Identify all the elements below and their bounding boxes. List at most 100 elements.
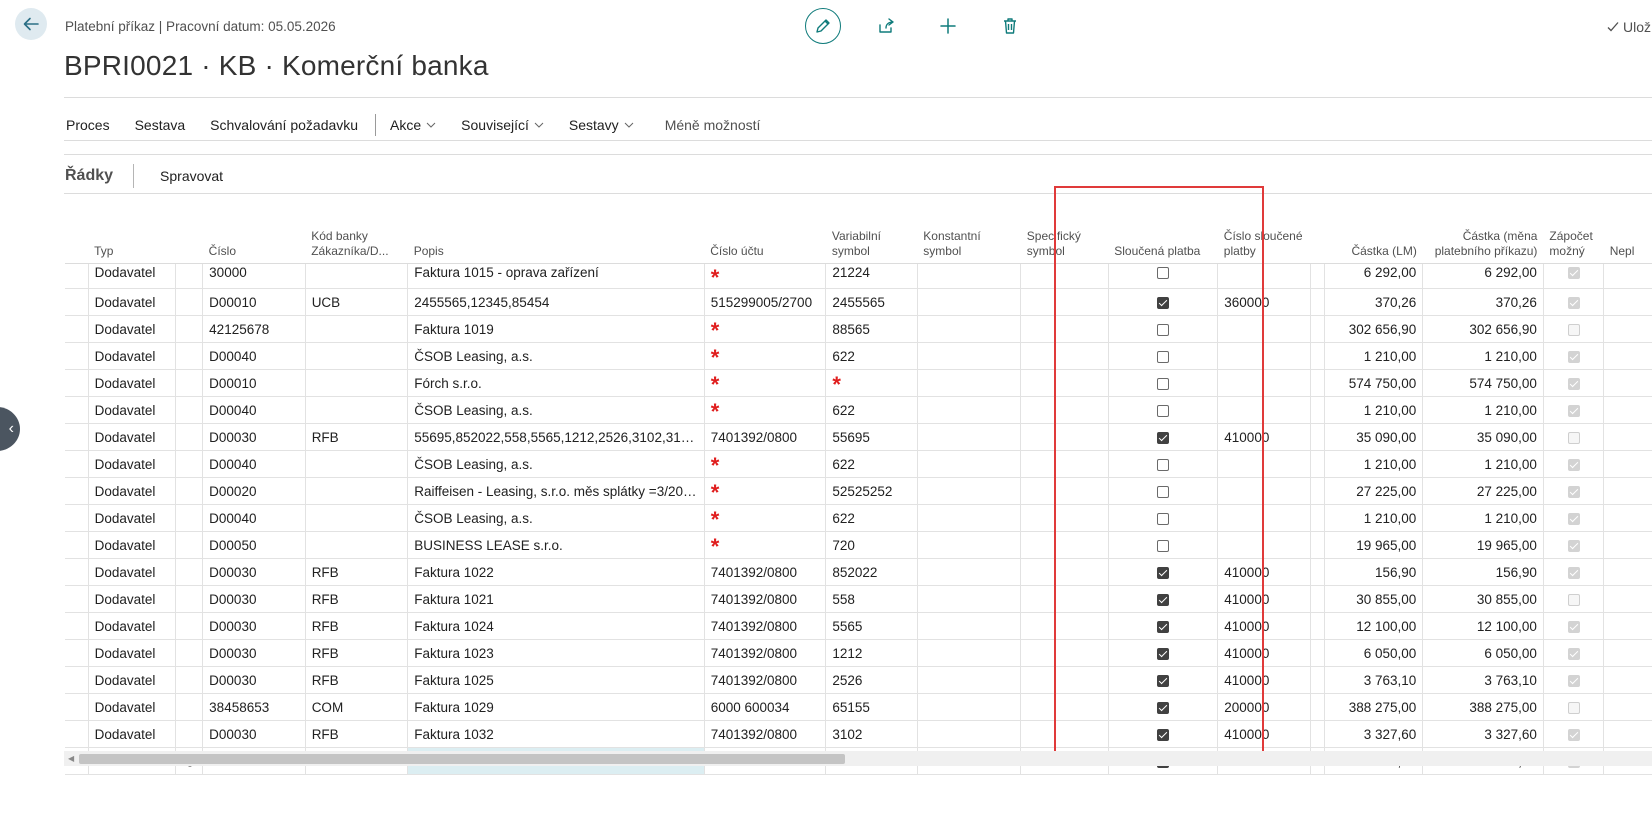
cell-variabilni[interactable]: 558	[825, 585, 918, 613]
row-select-cell[interactable]	[65, 369, 89, 397]
cell-castka-mena[interactable]: 3 763,10	[1422, 666, 1544, 694]
cell-konstantni[interactable]	[917, 531, 1022, 559]
table-row[interactable]: Dodavatel D00040 ČSOB Leasing, a.s. * 622 1 2…	[65, 396, 1652, 424]
cell-castka-lm[interactable]: 6 292,00	[1324, 263, 1424, 289]
cell-konstantni[interactable]	[917, 585, 1022, 613]
cell-typ[interactable]: Dodavatel	[88, 263, 177, 289]
less-options-button[interactable]: Méně možností	[665, 117, 761, 133]
cell-nepl[interactable]	[1603, 423, 1652, 451]
cell-specificky[interactable]	[1020, 504, 1109, 532]
cell-zapocet[interactable]	[1543, 612, 1605, 640]
cell-zapocet[interactable]	[1543, 504, 1605, 532]
row-select-cell[interactable]	[65, 477, 89, 505]
checkbox[interactable]	[1567, 620, 1580, 633]
cell-variabilni[interactable]: 1212	[825, 639, 918, 667]
cell-cislo-uctu[interactable]: 6000 600034	[704, 693, 827, 721]
cell-variabilni[interactable]: 622	[825, 396, 918, 424]
cell-typ[interactable]: Dodavatel	[88, 342, 177, 370]
cell-zapocet[interactable]	[1543, 342, 1605, 370]
cell-variabilni[interactable]: 622	[825, 504, 918, 532]
cell-sloucena[interactable]	[1108, 612, 1219, 640]
cell-zapocet[interactable]	[1543, 263, 1605, 289]
cell-cislo-sloucene[interactable]: 410000	[1217, 666, 1311, 694]
cell-typ[interactable]: Dodavatel	[88, 315, 177, 343]
cell-specificky[interactable]	[1020, 396, 1109, 424]
cell-kod-banky[interactable]: RFB	[305, 720, 409, 748]
checkbox[interactable]	[1567, 431, 1580, 444]
col-specificky[interactable]: Specifický symbol	[1020, 197, 1109, 264]
cell-popis[interactable]: Faktura 1032	[407, 720, 705, 748]
table-row[interactable]: Dodavatel D00030 RFB Faktura 1025 7401392/08…	[65, 666, 1652, 694]
cell-popis[interactable]: Faktura 1024	[407, 612, 705, 640]
cell-popis[interactable]: Faktura 1021	[407, 585, 705, 613]
cell-castka-mena[interactable]: 370,26	[1422, 288, 1544, 316]
checkbox[interactable]	[1157, 674, 1169, 687]
cell-castka-lm[interactable]: 1 210,00	[1324, 450, 1424, 478]
cell-kod-banky[interactable]	[305, 342, 409, 370]
cell-specificky[interactable]	[1020, 558, 1109, 586]
cell-castka-mena[interactable]: 1 210,00	[1422, 396, 1544, 424]
cell-castka-lm[interactable]: 27 225,00	[1324, 477, 1424, 505]
row-menu-cell[interactable]	[175, 263, 204, 289]
cell-cislo[interactable]: D00030	[202, 558, 306, 586]
cell-kod-banky[interactable]: UCB	[305, 288, 409, 316]
cell-specificky[interactable]	[1020, 612, 1109, 640]
cell-castka-mena[interactable]: 6 050,00	[1422, 639, 1544, 667]
cell-cislo-sloucene[interactable]: 200000	[1217, 693, 1311, 721]
cell-konstantni[interactable]	[917, 639, 1022, 667]
cell-nepl[interactable]	[1603, 450, 1652, 478]
checkbox[interactable]	[1157, 431, 1169, 444]
cell-castka-lm[interactable]: 1 210,00	[1324, 342, 1424, 370]
cell-specificky[interactable]	[1020, 666, 1109, 694]
cell-popis[interactable]: Faktura 1019	[407, 315, 705, 343]
cell-nepl[interactable]	[1603, 288, 1652, 316]
cell-castka-mena[interactable]: 27 225,00	[1422, 477, 1544, 505]
cell-cislo-sloucene[interactable]	[1217, 450, 1311, 478]
cell-sloucena[interactable]	[1108, 693, 1219, 721]
cell-typ[interactable]: Dodavatel	[88, 639, 177, 667]
col-cislo-uctu[interactable]: Číslo účtu	[704, 197, 826, 264]
cell-typ[interactable]: Dodavatel	[88, 369, 177, 397]
cell-cislo[interactable]: D00030	[202, 423, 306, 451]
cell-specificky[interactable]	[1020, 450, 1109, 478]
cell-castka-mena[interactable]: 30 855,00	[1422, 585, 1544, 613]
row-select-cell[interactable]	[65, 315, 89, 343]
checkbox[interactable]	[1157, 539, 1169, 552]
table-row[interactable]: Dodavatel D00030 RFB 55695,852022,558,5565,…	[65, 423, 1652, 451]
cell-castka-mena[interactable]: 302 656,90	[1422, 315, 1544, 343]
cell-zapocet[interactable]	[1543, 423, 1605, 451]
cell-cislo[interactable]: D00010	[202, 288, 306, 316]
cell-variabilni[interactable]: 622	[825, 450, 918, 478]
cell-kod-banky[interactable]	[305, 504, 409, 532]
cell-cislo-sloucene[interactable]: 360000	[1217, 288, 1311, 316]
cell-typ[interactable]: Dodavatel	[88, 612, 177, 640]
col-cislo-sloucene[interactable]: Číslo sloučené platby	[1217, 197, 1311, 264]
cell-castka-lm[interactable]: 1 210,00	[1324, 396, 1424, 424]
cell-konstantni[interactable]	[917, 450, 1022, 478]
table-row[interactable]: Dodavatel D00040 ČSOB Leasing, a.s. * 622 1 2…	[65, 504, 1652, 532]
row-menu-cell[interactable]	[175, 450, 204, 478]
cell-castka-mena[interactable]: 35 090,00	[1422, 423, 1544, 451]
action-schvalovani[interactable]: Schvalování požadavku	[210, 117, 358, 133]
cell-cislo[interactable]: D00040	[202, 504, 306, 532]
cell-cislo-uctu[interactable]: *	[704, 504, 827, 532]
cell-nepl[interactable]	[1603, 504, 1652, 532]
cell-popis[interactable]: Faktura 1023	[407, 639, 705, 667]
checkbox[interactable]	[1157, 458, 1169, 471]
row-select-cell[interactable]	[65, 666, 89, 694]
cell-cislo-uctu[interactable]: *	[704, 342, 827, 370]
cell-konstantni[interactable]	[917, 693, 1022, 721]
checkbox[interactable]	[1567, 539, 1580, 552]
cell-kod-banky[interactable]	[305, 369, 409, 397]
cell-popis[interactable]: ČSOB Leasing, a.s.	[407, 504, 705, 532]
cell-cislo[interactable]: D00030	[202, 639, 306, 667]
cell-konstantni[interactable]	[917, 612, 1022, 640]
cell-cislo[interactable]: D00020	[202, 477, 306, 505]
cell-cislo[interactable]: D00040	[202, 396, 306, 424]
cell-sloucena[interactable]	[1108, 396, 1219, 424]
cell-kod-banky[interactable]: RFB	[305, 666, 409, 694]
cell-cislo[interactable]: D00040	[202, 450, 306, 478]
checkbox[interactable]	[1567, 377, 1580, 390]
cell-variabilni[interactable]: 720	[825, 531, 918, 559]
cell-zapocet[interactable]	[1543, 477, 1605, 505]
